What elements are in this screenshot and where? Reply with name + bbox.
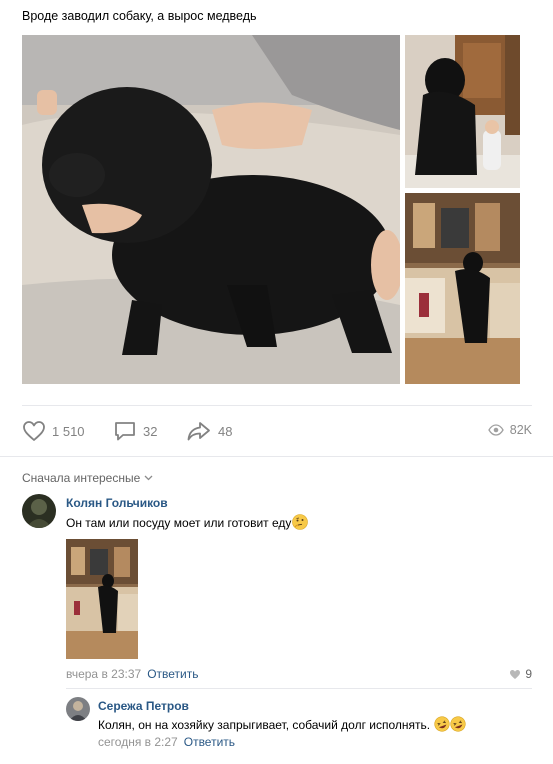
views-counter: 82K: [488, 423, 532, 437]
eye-icon: [488, 424, 504, 436]
comment-author[interactable]: Колян Гольчиков: [66, 496, 168, 510]
comment-time[interactable]: сегодня в 2:27: [98, 735, 178, 749]
comment-photo-attachment[interactable]: [66, 539, 138, 659]
actions-divider: [22, 405, 532, 406]
share-count: 48: [218, 423, 233, 439]
avatar[interactable]: [22, 494, 56, 528]
thinking-face-emoji-icon: [292, 514, 309, 533]
comment-count: 32: [143, 423, 158, 439]
comment-author[interactable]: Сережа Петров: [98, 699, 189, 713]
post-photo-grown-dog[interactable]: [405, 35, 520, 188]
views-count: 82K: [509, 423, 532, 437]
comment-text: Он там или посуду моет или готовит еду: [66, 514, 309, 533]
heart-icon: [510, 669, 521, 679]
comment-like-count: 9: [525, 667, 532, 681]
comment-button[interactable]: 32: [113, 420, 157, 442]
comments-sort-dropdown[interactable]: Сначала интересные: [22, 471, 153, 485]
share-button[interactable]: 48: [186, 420, 232, 442]
post-photo-puppy[interactable]: [22, 35, 400, 384]
rolling-laughing-emoji-icon: [434, 716, 467, 735]
comment-icon: [115, 422, 135, 441]
comment-meta: сегодня в 2:27 Ответить: [98, 735, 235, 749]
share-arrow-icon: [187, 422, 210, 441]
comment-like-button[interactable]: 9: [509, 667, 532, 681]
post-text: Вроде заводил собаку, а вырос медведь: [22, 9, 257, 23]
post-photo-kitchen-dog[interactable]: [405, 193, 520, 384]
avatar[interactable]: [66, 697, 90, 721]
reply-button[interactable]: Ответить: [147, 667, 198, 681]
comments-divider: [0, 456, 553, 457]
comment-text-content: Он там или посуду моет или готовит еду: [66, 516, 292, 530]
like-count: 1 510: [52, 423, 85, 439]
comment-meta: вчера в 23:37 Ответить: [66, 667, 198, 681]
sort-label: Сначала интересные: [22, 471, 141, 485]
heart-icon: [23, 421, 45, 441]
like-button[interactable]: 1 510: [22, 420, 85, 442]
comment-text: Колян, он на хозяйку запрыгивает, собачи…: [98, 716, 467, 735]
comment-text-content: Колян, он на хозяйку запрыгивает, собачи…: [98, 718, 431, 732]
chevron-down-icon: [144, 475, 153, 481]
reply-button[interactable]: Ответить: [184, 735, 235, 749]
reply-divider: [66, 688, 532, 689]
comment-time[interactable]: вчера в 23:37: [66, 667, 141, 681]
